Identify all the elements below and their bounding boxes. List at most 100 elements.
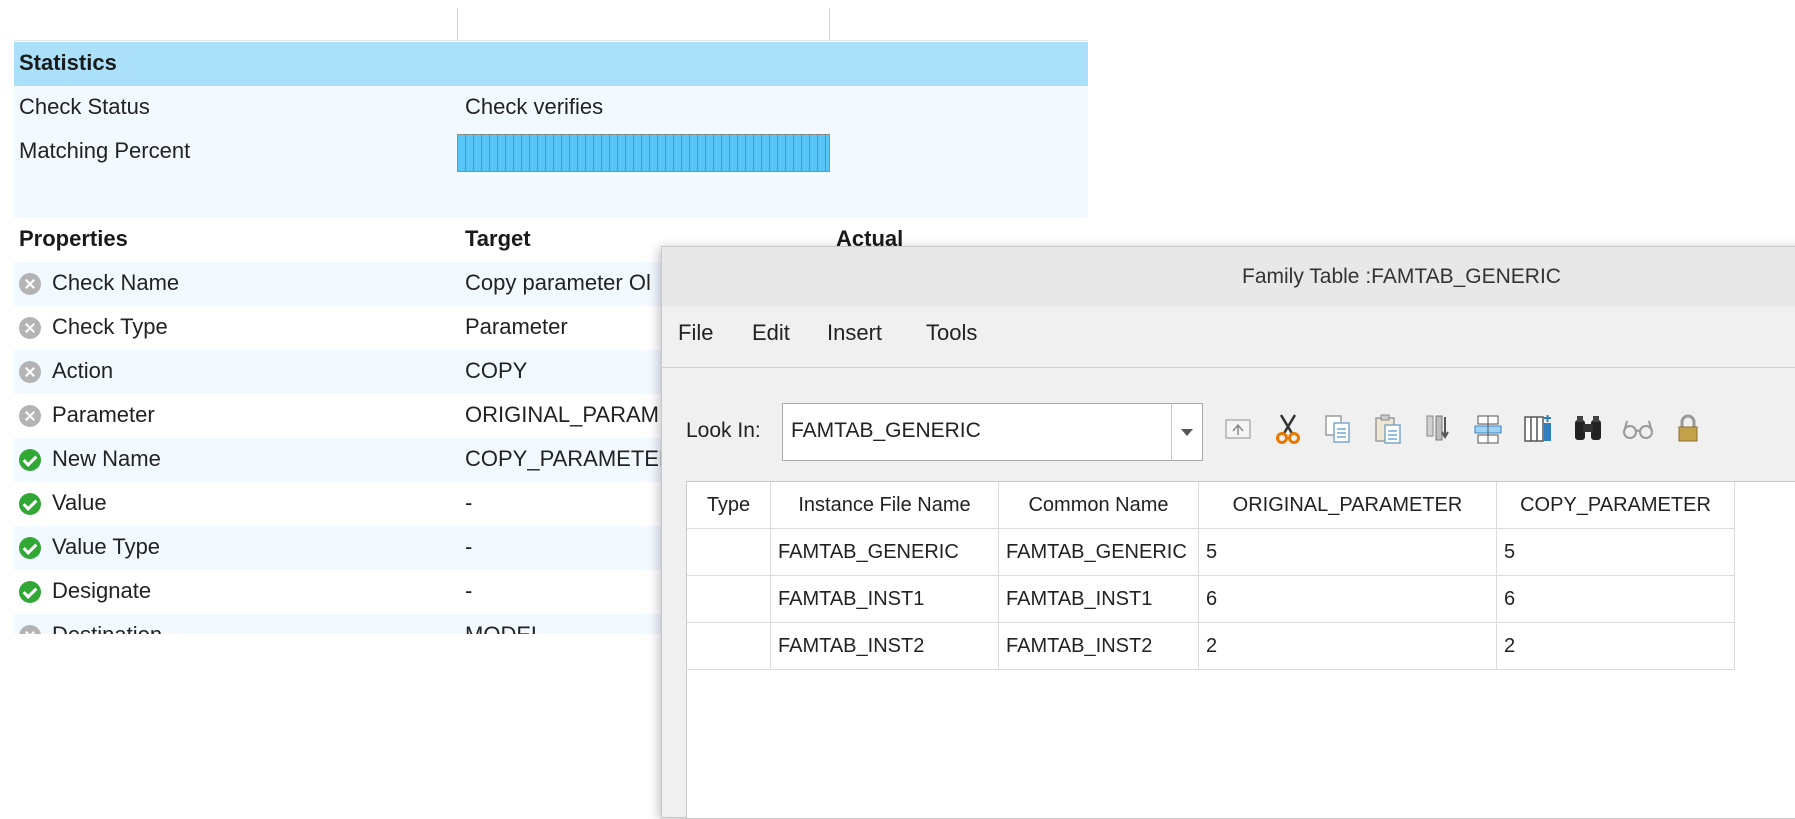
family-table-grid[interactable]: Type Instance File Name Common Name ORIGINA… [686, 481, 1795, 819]
up-folder-icon[interactable] [1218, 409, 1258, 449]
property-target: COPY_PARAMETER [465, 446, 675, 471]
property-target: MODEL [465, 622, 543, 634]
column-divider [457, 8, 458, 40]
look-in-label: Look In: [686, 419, 761, 442]
lock-icon[interactable] [1668, 409, 1708, 449]
paste-icon[interactable] [1368, 409, 1408, 449]
check-status-value: Check verifies [465, 94, 604, 119]
menu-bar: File Edit Insert Tools [662, 307, 1795, 355]
table-cell[interactable]: FAMTAB_INST1 [999, 576, 1199, 623]
table-columns-icon[interactable] [1468, 409, 1508, 449]
check-status-label: Check Status [19, 94, 150, 119]
property-target: - [465, 490, 473, 515]
property-name: Parameter [52, 402, 155, 427]
table-cell[interactable] [687, 529, 771, 576]
table-cell-value: 2 [1206, 635, 1218, 657]
property-name: Value Type [52, 534, 161, 559]
table-cell[interactable] [687, 576, 771, 623]
table-cell[interactable]: 6 [1497, 576, 1735, 623]
property-target: - [465, 534, 473, 559]
check-circle-icon [19, 581, 41, 603]
column-header-label: Instance File Name [798, 494, 971, 516]
menu-insert[interactable]: Insert [827, 320, 882, 346]
cut-icon[interactable] [1268, 409, 1308, 449]
statistics-header-row: Statistics [14, 42, 1088, 86]
table-cell-value: FAMTAB_GENERIC [1006, 541, 1187, 563]
property-target: COPY [465, 358, 528, 383]
column-header-label: Common Name [1028, 494, 1169, 516]
matching-percent-progress-bar [457, 134, 830, 172]
x-circle-icon [19, 625, 41, 634]
column-header[interactable]: Instance File Name [771, 482, 999, 529]
property-target: - [465, 578, 473, 603]
table-cell[interactable]: 2 [1497, 623, 1735, 670]
table-cell[interactable]: 5 [1199, 529, 1497, 576]
add-column-icon[interactable] [1518, 409, 1558, 449]
menu-tools[interactable]: Tools [926, 320, 977, 346]
table-cell-value: FAMTAB_GENERIC [778, 541, 959, 563]
property-name: Designate [52, 578, 152, 603]
table-cell[interactable]: 5 [1497, 529, 1735, 576]
matching-percent-label: Matching Percent [19, 138, 191, 163]
table-cell[interactable]: 6 [1199, 576, 1497, 623]
look-in-dropdown[interactable]: FAMTAB_GENERIC [782, 403, 1203, 461]
column-header[interactable]: Type [687, 482, 771, 529]
dialog-titlebar[interactable]: Family Table :FAMTAB_GENERIC [662, 247, 1795, 307]
property-name: Value [52, 490, 107, 515]
table-cell-value: FAMTAB_INST1 [778, 588, 925, 610]
column-header-label: Type [706, 494, 751, 516]
table-cell[interactable]: 2 [1199, 623, 1497, 670]
x-circle-icon [19, 273, 41, 295]
insert-column-icon[interactable] [1418, 409, 1458, 449]
table-cell-value: 5 [1206, 541, 1218, 563]
column-header[interactable]: Common Name [999, 482, 1199, 529]
table-cell-value: 6 [1504, 588, 1516, 610]
check-circle-icon [19, 449, 41, 471]
column-header-label: COPY_PARAMETER [1520, 494, 1711, 516]
column-header-label: ORIGINAL_PARAMETER [1232, 494, 1463, 516]
table-cell[interactable]: FAMTAB_INST2 [999, 623, 1199, 670]
copy-icon[interactable] [1318, 409, 1358, 449]
menu-edit[interactable]: Edit [752, 320, 790, 346]
check-circle-icon [19, 537, 41, 559]
table-cell[interactable]: FAMTAB_INST2 [771, 623, 999, 670]
property-name: Check Name [52, 270, 180, 295]
empty-row [14, 174, 1088, 218]
properties-header: Properties [19, 226, 128, 251]
check-status-row[interactable]: Check Status Check verifies [14, 86, 1088, 130]
menu-separator [662, 367, 1795, 368]
table-cell[interactable]: FAMTAB_GENERIC [771, 529, 999, 576]
table-cell[interactable]: FAMTAB_GENERIC [999, 529, 1199, 576]
dialog-title: Family Table :FAMTAB_GENERIC [1242, 265, 1561, 288]
x-circle-icon [19, 317, 41, 339]
table-cell-value: 5 [1504, 541, 1516, 563]
property-target: Parameter [465, 314, 568, 339]
property-name: Check Type [52, 314, 168, 339]
look-in-value: FAMTAB_GENERIC [791, 419, 981, 442]
glasses-icon[interactable] [1618, 409, 1658, 449]
matching-percent-row[interactable]: Matching Percent [14, 130, 1088, 174]
target-header: Target [465, 226, 531, 251]
property-target: ORIGINAL_PARAM [465, 402, 659, 427]
x-circle-icon [19, 405, 41, 427]
property-name: Destination [52, 622, 162, 634]
property-name: New Name [52, 446, 161, 471]
menu-file[interactable]: File [678, 320, 713, 346]
column-divider [829, 8, 830, 40]
table-cell-value: FAMTAB_INST2 [778, 635, 925, 657]
table-cell-value: FAMTAB_INST1 [1006, 588, 1153, 610]
table-cell-value: 6 [1206, 588, 1218, 610]
binoculars-icon[interactable] [1568, 409, 1608, 449]
column-header[interactable]: COPY_PARAMETER [1497, 482, 1735, 529]
table-cell-value: FAMTAB_INST2 [1006, 635, 1153, 657]
property-name: Action [52, 358, 114, 383]
chevron-down-icon[interactable] [1171, 404, 1202, 460]
x-circle-icon [19, 361, 41, 383]
table-cell[interactable]: FAMTAB_INST1 [771, 576, 999, 623]
report-top-strip [14, 8, 1088, 41]
progress-fill [458, 135, 829, 171]
column-header[interactable]: ORIGINAL_PARAMETER [1199, 482, 1497, 529]
table-cell[interactable] [687, 623, 771, 670]
family-table-dialog: Family Table :FAMTAB_GENERIC File Edit I… [661, 246, 1795, 819]
statistics-header: Statistics [19, 50, 117, 75]
